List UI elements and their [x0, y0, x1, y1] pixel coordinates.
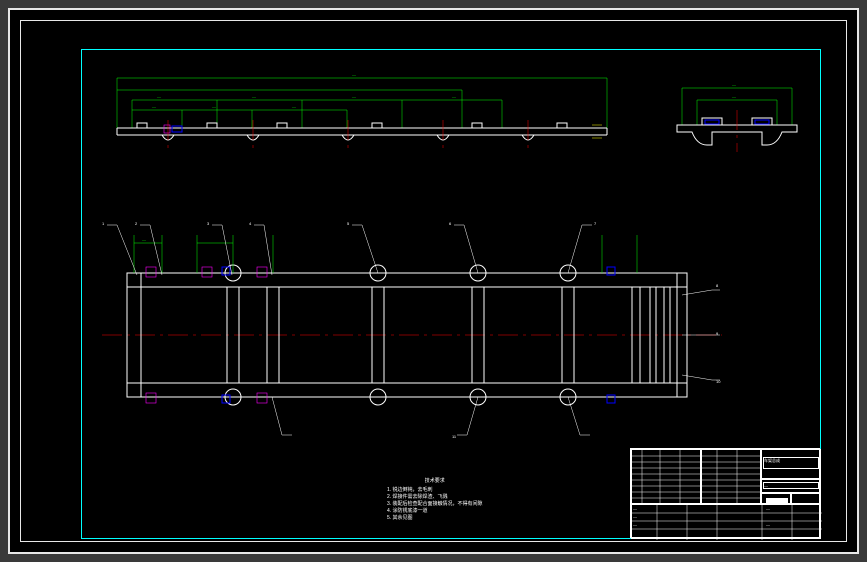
- balloon-11: 11: [452, 434, 457, 439]
- balloon-5: 5: [347, 221, 350, 226]
- dim-end-2: —: [732, 94, 736, 99]
- title-approved: —: [633, 522, 637, 527]
- dim-d1: —: [157, 94, 161, 99]
- notes-line-3: 3. 装配后检查配合面接触情况，不得有间隙: [387, 501, 483, 508]
- view-end-elevation: — —: [662, 70, 812, 170]
- balloon-3: 3: [207, 221, 210, 226]
- drawing-border: — — — — — — — —: [81, 49, 821, 539]
- dim-plan-1: —: [142, 237, 146, 242]
- balloon-10: 10: [716, 379, 721, 384]
- dim-s2: —: [212, 104, 216, 109]
- title-checked: —: [633, 514, 637, 519]
- view-plan: —: [102, 195, 722, 445]
- app-outer-frame: — — — — — — — —: [8, 8, 859, 554]
- balloon-1: 1: [102, 221, 105, 226]
- dim-s1: —: [152, 104, 156, 109]
- notes-line-5: 5. 其余见图: [387, 515, 483, 522]
- notes-line-4: 4. 涂防锈底漆一道: [387, 508, 483, 515]
- app-inner-frame: — — — — — — — —: [20, 20, 847, 542]
- notes-line-2: 2. 焊接件需去除焊渣、飞溅: [387, 494, 483, 501]
- dim-d3: —: [352, 94, 356, 99]
- title-block: 车架总成 — — — —: [630, 448, 820, 538]
- dim-d2: —: [252, 94, 256, 99]
- dim-overall: —: [352, 72, 356, 77]
- technical-notes: 技术要求 1. 锐边倒钝，去毛刺 2. 焊接件需去除焊渣、飞溅 3. 装配后检查…: [387, 478, 483, 522]
- balloon-7: 7: [594, 221, 597, 226]
- title-company: —: [766, 522, 770, 527]
- notes-line-1: 1. 锐边倒钝，去毛刺: [387, 487, 483, 494]
- balloon-4: 4: [249, 221, 252, 226]
- title-designed: —: [633, 506, 637, 511]
- balloon-8: 8: [716, 283, 719, 288]
- balloon-6: 6: [449, 221, 452, 226]
- title-drawing-no: —: [763, 482, 819, 489]
- notes-title: 技术要求: [387, 478, 483, 485]
- title-drawing-name: 车架总成: [763, 457, 819, 469]
- dim-end-1: —: [732, 82, 736, 87]
- title-scale: —: [766, 506, 770, 511]
- view-side-elevation: — — — — — — — —: [102, 70, 622, 170]
- dim-s3: —: [292, 104, 296, 109]
- dim-d4: —: [452, 94, 456, 99]
- balloon-2: 2: [135, 221, 138, 226]
